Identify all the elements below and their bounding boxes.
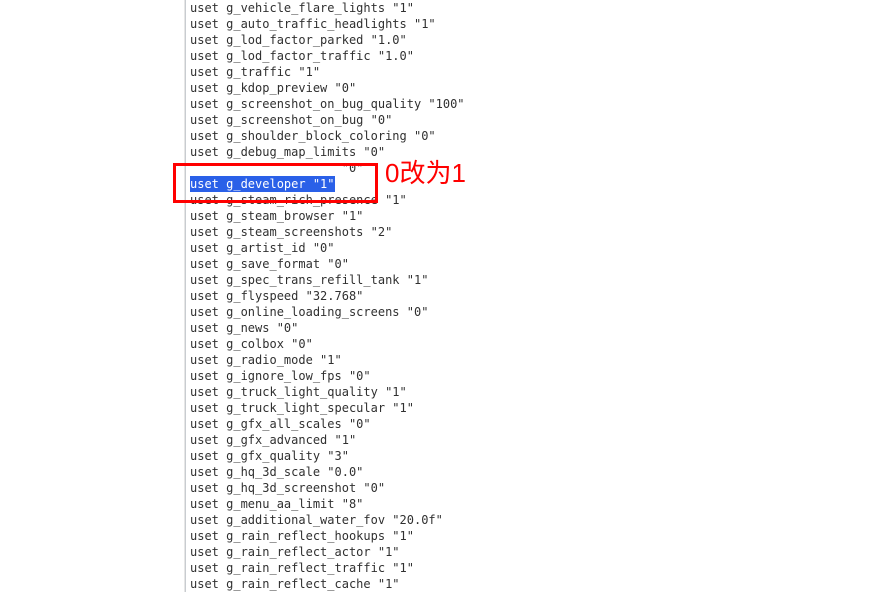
config-line[interactable]: uset g_gfx_all_scales "0" (190, 416, 887, 432)
config-line[interactable]: uset g_vehicle_flare_lights "1" (190, 0, 887, 16)
config-line[interactable]: uset g_ignore_low_fps "0" (190, 368, 887, 384)
config-line[interactable]: uset g_radio_mode "1" (190, 352, 887, 368)
config-line[interactable]: uset g_lod_factor_parked "1.0" (190, 32, 887, 48)
config-line[interactable]: uset g_gfx_advanced "1" (190, 432, 887, 448)
config-line[interactable]: uset g_flyspeed "32.768" (190, 288, 887, 304)
config-line[interactable]: uset g_rain_reflect_actor "1" (190, 544, 887, 560)
config-line[interactable]: uset g_screenshot_on_bug "0" (190, 112, 887, 128)
config-line[interactable]: uset g_shoulder_block_coloring "0" (190, 128, 887, 144)
code-area[interactable]: uset g_vehicle_flare_lights "1" uset g_a… (185, 0, 887, 592)
config-line[interactable]: uset g_steam_browser "1" (190, 208, 887, 224)
config-line[interactable]: uset g_traffic "1" (190, 64, 887, 80)
config-line[interactable]: uset g_screenshot_on_bug_quality "100" (190, 96, 887, 112)
config-line[interactable]: uset g_hq_3d_scale "0.0" (190, 464, 887, 480)
config-line[interactable]: uset g_lod_factor_traffic "1.0" (190, 48, 887, 64)
config-line[interactable]: uset g_debug_map_limits "0" (190, 144, 887, 160)
config-line[interactable]: uset g_gfx_quality "3" (190, 448, 887, 464)
config-line[interactable]: uset g_steam_screenshots "2" (190, 224, 887, 240)
config-line-developer[interactable]: uset g_developer "1" (190, 176, 887, 192)
config-line[interactable]: uset g_truck_light_specular "1" (190, 400, 887, 416)
config-line[interactable]: uset g_additional_water_fov "20.0f" (190, 512, 887, 528)
config-line[interactable]: uset g_rain_reflect_traffic "1" (190, 560, 887, 576)
config-line[interactable]: uset g_truck_light_quality "1" (190, 384, 887, 400)
config-line[interactable]: uset g_hq_3d_screenshot "0" (190, 480, 887, 496)
config-line[interactable]: uset g_steam_rich_presence "1" (190, 192, 887, 208)
editor-gutter (0, 0, 185, 592)
config-line[interactable]: uset g_menu_aa_limit "8" (190, 496, 887, 512)
config-line[interactable]: uset g_save_format "0" (190, 256, 887, 272)
config-line[interactable]: uset g_online_loading_screens "0" (190, 304, 887, 320)
selected-text[interactable]: uset g_developer "1" (190, 176, 335, 192)
config-line[interactable]: uset g_spec_trans_refill_tank "1" (190, 272, 887, 288)
config-line[interactable]: uset g_kdop_preview "0" (190, 80, 887, 96)
config-line[interactable]: uset g_colbox "0" (190, 336, 887, 352)
config-line[interactable]: uset g_rain_reflect_hookups "1" (190, 528, 887, 544)
config-line[interactable]: uset g_news "0" (190, 320, 887, 336)
config-line[interactable]: uset g_artist_id "0" (190, 240, 887, 256)
config-line[interactable]: uset g_auto_traffic_headlights "1" (190, 16, 887, 32)
config-line-partial[interactable]: uset g_dev_developer "0" (190, 160, 887, 176)
text-editor: uset g_vehicle_flare_lights "1" uset g_a… (0, 0, 887, 592)
config-line[interactable]: uset g_rain_reflect_cache "1" (190, 576, 887, 592)
